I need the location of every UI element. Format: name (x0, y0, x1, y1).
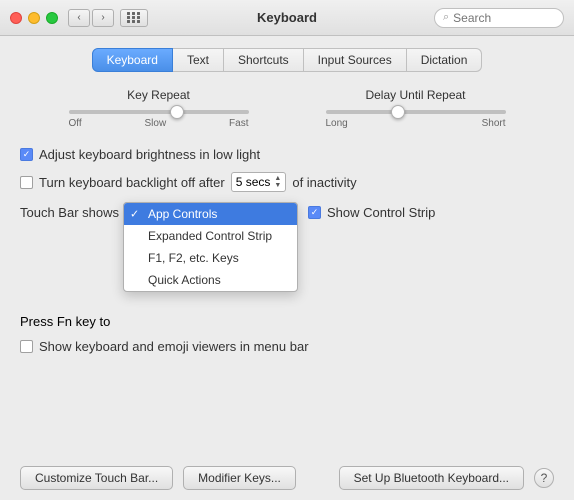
nav-arrows: ‹ › (68, 9, 114, 27)
show-emoji-row: Show keyboard and emoji viewers in menu … (20, 339, 554, 354)
main-area: Keyboard Text Shortcuts Input Sources Di… (0, 36, 574, 500)
search-icon: ⌕ (443, 11, 449, 24)
backlight-stepper[interactable]: 5 secs ▲ ▼ (231, 172, 287, 192)
footer: Customize Touch Bar... Modifier Keys... … (0, 456, 574, 500)
titlebar: ‹ › Keyboard ⌕ (0, 0, 574, 36)
touchbar-dropdown-menu: ✓ App Controls Expanded Control Strip F1… (123, 202, 298, 292)
grid-button[interactable] (120, 9, 148, 27)
tab-input-sources[interactable]: Input Sources (304, 48, 407, 72)
delay-long: Long (326, 118, 348, 129)
turn-off-backlight-row: Turn keyboard backlight off after 5 secs… (20, 172, 554, 192)
grid-icon (127, 12, 141, 23)
dropdown-item-expanded-control[interactable]: Expanded Control Strip (124, 225, 297, 247)
show-control-strip-checkbox[interactable] (308, 206, 321, 219)
touchbar-dropdown-container: App Controls ▼ ✓ App Controls Expanded C… (123, 202, 298, 224)
press-fn-label: Press Fn key to (20, 314, 110, 329)
show-control-strip-row: Show Control Strip (308, 202, 435, 220)
show-emoji-label: Show keyboard and emoji viewers in menu … (39, 339, 309, 354)
show-control-strip-label: Show Control Strip (327, 205, 435, 220)
dropdown-item-f1-keys[interactable]: F1, F2, etc. Keys (124, 247, 297, 269)
back-button[interactable]: ‹ (68, 9, 90, 27)
search-input[interactable] (453, 11, 555, 25)
key-repeat-thumb[interactable] (170, 105, 184, 119)
footer-right: Set Up Bluetooth Keyboard... ? (339, 466, 554, 490)
forward-icon: › (101, 12, 104, 23)
dropdown-item-label: Expanded Control Strip (148, 229, 272, 243)
key-repeat-labels: Off Slow Fast (69, 118, 249, 129)
stepper-up-icon[interactable]: ▲ (274, 175, 281, 182)
dropdown-item-label: App Controls (148, 207, 217, 221)
search-box[interactable]: ⌕ (434, 8, 564, 28)
maximize-button[interactable] (46, 12, 58, 24)
key-repeat-track[interactable] (69, 110, 249, 114)
delay-repeat-thumb[interactable] (391, 105, 405, 119)
tab-keyboard[interactable]: Keyboard (92, 48, 173, 72)
press-fn-row: Press Fn key to (20, 314, 554, 329)
forward-button[interactable]: › (92, 9, 114, 27)
adjust-brightness-row: Adjust keyboard brightness in low light (20, 147, 554, 162)
customize-touch-bar-button[interactable]: Customize Touch Bar... (20, 466, 173, 490)
set-up-bluetooth-button[interactable]: Set Up Bluetooth Keyboard... (339, 466, 524, 490)
delay-repeat-label: Delay Until Repeat (365, 88, 465, 102)
backlight-value: 5 secs (236, 175, 271, 189)
minimize-button[interactable] (28, 12, 40, 24)
close-button[interactable] (10, 12, 22, 24)
sliders-row: Key Repeat Off Slow Fast Delay Until Rep… (20, 88, 554, 129)
key-repeat-group: Key Repeat Off Slow Fast (30, 88, 287, 129)
key-repeat-slow: Slow (145, 118, 167, 129)
stepper-down-icon[interactable]: ▼ (274, 182, 281, 189)
delay-repeat-track[interactable] (326, 110, 506, 114)
dropdown-item-label: Quick Actions (148, 273, 221, 287)
back-icon: ‹ (77, 12, 80, 23)
touchbar-shows-label: Touch Bar shows (20, 202, 119, 220)
delay-repeat-labels: Long Short (326, 118, 506, 129)
tabs: Keyboard Text Shortcuts Input Sources Di… (20, 48, 554, 72)
help-button[interactable]: ? (534, 468, 554, 488)
stepper-arrows: ▲ ▼ (274, 175, 281, 189)
turn-off-backlight-label: Turn keyboard backlight off after (39, 175, 225, 190)
tab-dictation[interactable]: Dictation (407, 48, 483, 72)
turn-off-backlight-checkbox[interactable] (20, 176, 33, 189)
inactivity-label: of inactivity (292, 175, 356, 190)
footer-left: Customize Touch Bar... Modifier Keys... (20, 466, 296, 490)
tab-shortcuts[interactable]: Shortcuts (224, 48, 304, 72)
key-repeat-label: Key Repeat (127, 88, 190, 102)
delay-repeat-group: Delay Until Repeat Long Short (287, 88, 544, 129)
dropdown-item-quick-actions[interactable]: Quick Actions (124, 269, 297, 291)
modifier-keys-button[interactable]: Modifier Keys... (183, 466, 296, 490)
touchbar-row: Touch Bar shows App Controls ▼ ✓ App Con… (20, 202, 554, 224)
tab-text[interactable]: Text (173, 48, 224, 72)
show-emoji-checkbox[interactable] (20, 340, 33, 353)
window-title: Keyboard (257, 10, 317, 25)
adjust-brightness-checkbox[interactable] (20, 148, 33, 161)
key-repeat-off: Off (69, 118, 82, 129)
dropdown-item-label: F1, F2, etc. Keys (148, 251, 239, 265)
key-repeat-fast: Fast (229, 118, 248, 129)
content: Keyboard Text Shortcuts Input Sources Di… (0, 36, 574, 374)
delay-short: Short (482, 118, 506, 129)
traffic-lights (10, 12, 58, 24)
checkmark-icon: ✓ (130, 208, 139, 221)
adjust-brightness-label: Adjust keyboard brightness in low light (39, 147, 260, 162)
dropdown-item-app-controls[interactable]: ✓ App Controls (124, 203, 297, 225)
